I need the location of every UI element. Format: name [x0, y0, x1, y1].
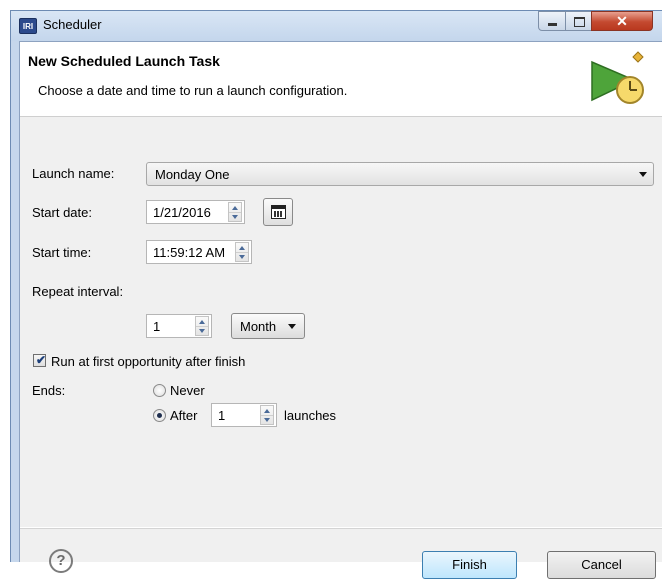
run-first-label[interactable]: Run at first opportunity after finish: [51, 354, 245, 369]
spin-up-icon: [232, 206, 238, 210]
launch-name-value: Monday One: [155, 167, 230, 182]
start-time-value: 11:59:12 AM: [153, 245, 226, 260]
start-time-label: Start time:: [32, 245, 92, 260]
repeat-unit-dropdown[interactable]: Month: [231, 313, 305, 339]
start-date-field[interactable]: 1/21/2016: [146, 200, 245, 224]
repeat-interval-value: 1: [153, 319, 161, 334]
spin-divider: [229, 212, 241, 213]
start-time-field[interactable]: 11:59:12 AM: [146, 240, 252, 264]
app-logo-icon: IRI: [19, 18, 37, 34]
start-time-spinner[interactable]: [235, 242, 249, 262]
spin-up-icon: [239, 246, 245, 250]
spin-divider: [261, 415, 273, 416]
spin-up-icon: [199, 320, 205, 324]
help-icon[interactable]: ?: [49, 549, 73, 573]
scheduler-window: IRI Scheduler ✕ New Scheduled Launch Tas…: [10, 10, 662, 579]
title-bar[interactable]: IRI Scheduler ✕: [11, 11, 662, 41]
spin-divider: [236, 252, 248, 253]
radio-selected-dot: [157, 413, 162, 418]
spin-divider: [196, 326, 208, 327]
calendar-button[interactable]: [263, 198, 293, 226]
close-icon: ✕: [616, 13, 628, 29]
checkmark-icon: ✔: [36, 353, 47, 367]
calendar-icon: [271, 205, 286, 219]
repeat-unit-value: Month: [240, 319, 277, 334]
dialog-client: New Scheduled Launch Task Choose a date …: [19, 41, 662, 579]
launches-label: launches: [284, 408, 337, 423]
ends-never-label[interactable]: Never: [170, 383, 205, 398]
start-date-label: Start date:: [32, 205, 92, 220]
cancel-button[interactable]: Cancel: [547, 551, 656, 579]
repeat-interval-label: Repeat interval:: [32, 284, 124, 299]
scheduler-form: Launch name: Monday One Start date: 1/21…: [20, 117, 662, 527]
start-date-value: 1/21/2016: [153, 205, 211, 220]
spin-down-icon: [239, 255, 245, 259]
wizard-banner: New Scheduled Launch Task Choose a date …: [20, 42, 662, 117]
spin-down-icon: [199, 329, 205, 333]
ends-after-label[interactable]: After: [170, 408, 197, 423]
chevron-down-icon: [639, 172, 647, 177]
banner-title: New Scheduled Launch Task: [28, 53, 220, 69]
ends-label: Ends:: [32, 383, 66, 398]
close-button[interactable]: ✕: [591, 11, 653, 31]
minimize-icon: [548, 23, 557, 26]
finish-button[interactable]: Finish: [422, 551, 517, 579]
launch-name-combo[interactable]: Monday One: [146, 162, 654, 186]
maximize-icon: [574, 17, 585, 27]
launch-name-label: Launch name:: [32, 166, 115, 181]
spin-down-icon: [232, 215, 238, 219]
ends-after-count-field[interactable]: 1: [211, 403, 277, 427]
chevron-down-icon: [288, 324, 296, 329]
ends-after-radio[interactable]: [153, 409, 166, 422]
start-date-spinner[interactable]: [228, 202, 242, 222]
maximize-button[interactable]: [565, 11, 592, 31]
spin-up-icon: [264, 409, 270, 413]
button-bar: ? Finish Cancel: [20, 528, 662, 579]
repeat-interval-spinner[interactable]: [195, 316, 209, 336]
repeat-interval-field[interactable]: 1: [146, 314, 212, 338]
ends-never-radio[interactable]: [153, 384, 166, 397]
banner-description: Choose a date and time to run a launch c…: [38, 83, 348, 98]
ends-after-spinner[interactable]: [260, 405, 274, 425]
scheduled-launch-icon: [591, 51, 644, 104]
ends-after-count-value: 1: [218, 408, 226, 423]
run-first-checkbox[interactable]: ✔: [33, 353, 47, 367]
spin-down-icon: [264, 418, 270, 422]
window-title: Scheduler: [43, 17, 102, 32]
minimize-button[interactable]: [538, 11, 566, 31]
